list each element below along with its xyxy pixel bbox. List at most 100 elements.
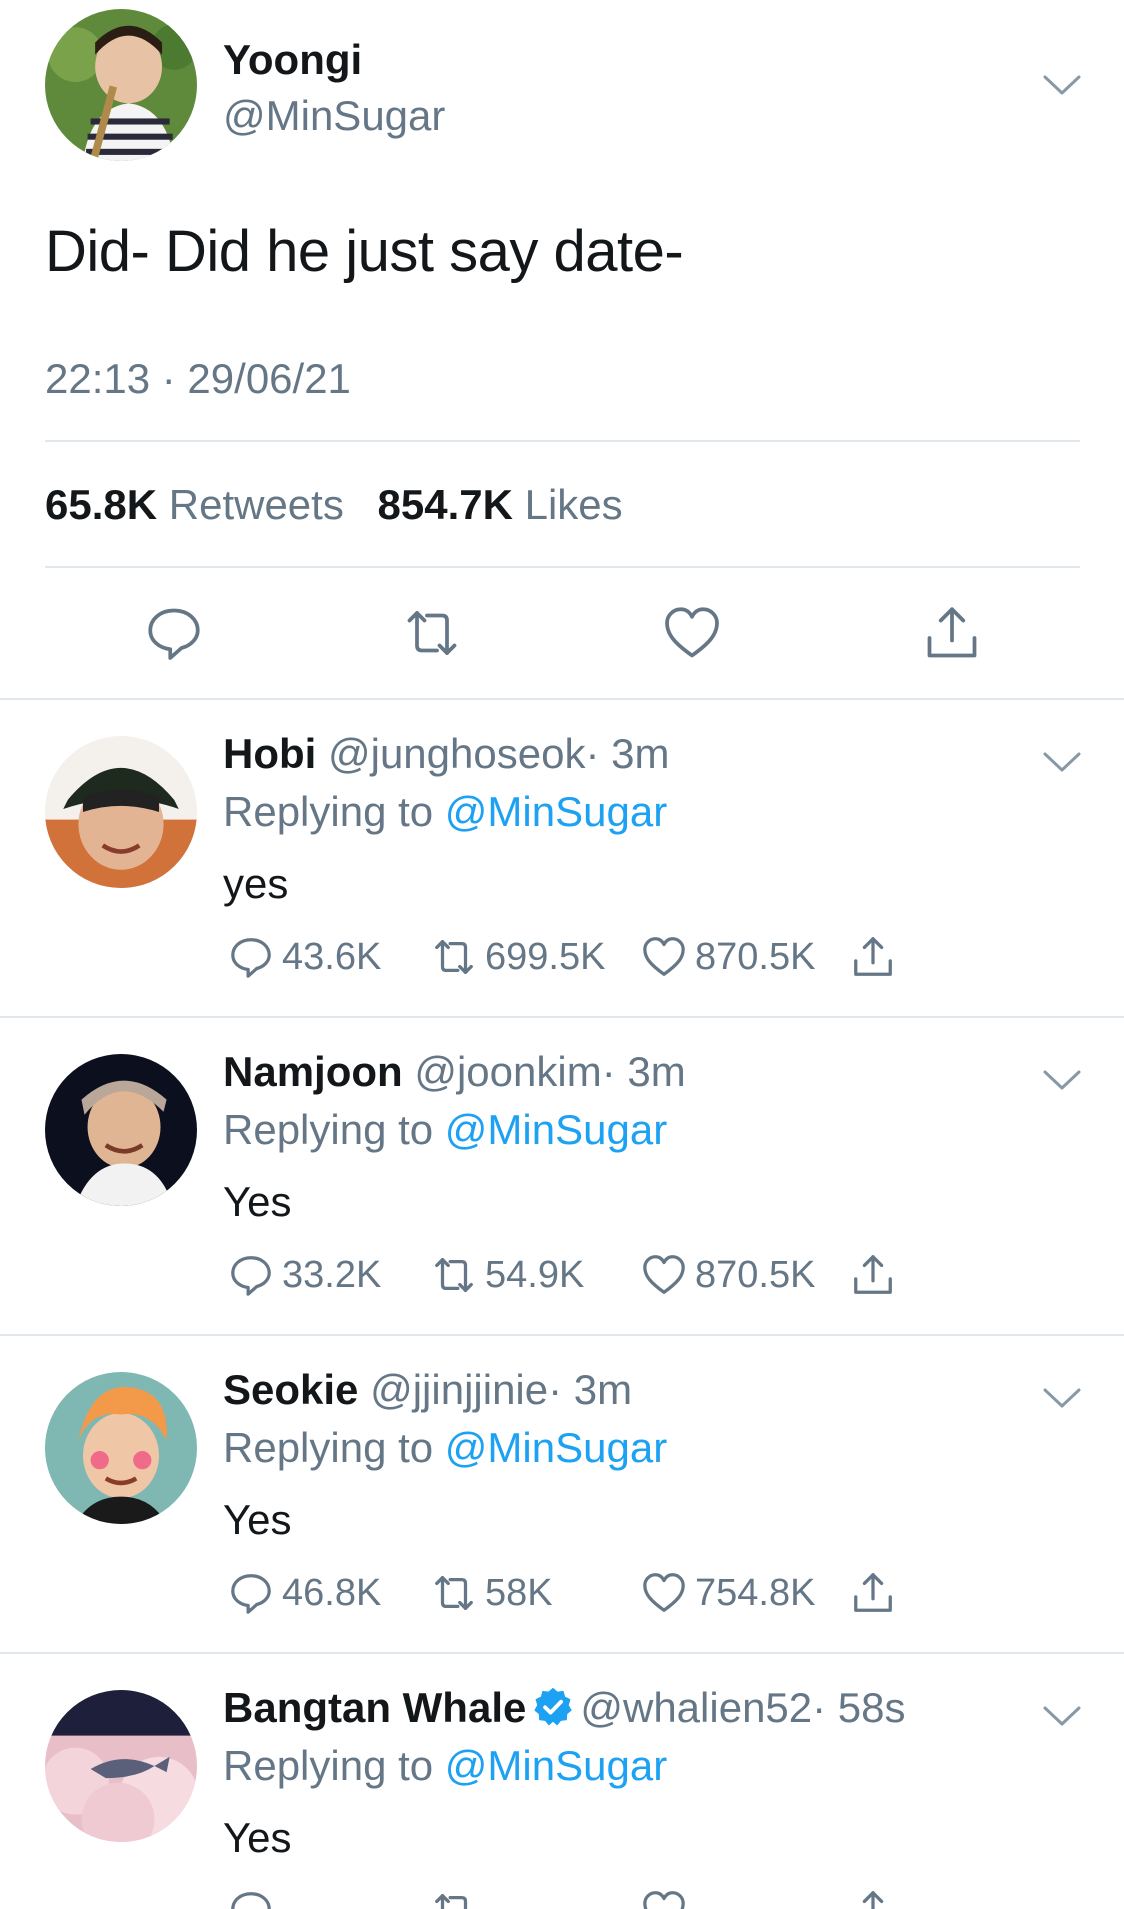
replying-label: Replying to [223, 1424, 434, 1471]
share-button[interactable] [850, 1568, 896, 1618]
replying-to: Replying to @MinSugar [223, 1106, 667, 1154]
like-button[interactable]: 870.5K [641, 932, 815, 982]
likes-label[interactable]: Likes [525, 481, 623, 528]
chevron-down-icon[interactable] [1042, 1068, 1082, 1092]
like-button[interactable]: 754.8K [641, 1568, 815, 1618]
retweet-count: 58K [485, 1571, 553, 1614]
share-icon [862, 1891, 884, 1909]
reply-icon [231, 1892, 271, 1909]
share-icon [854, 1255, 892, 1294]
main-tweet: Yoongi @MinSugar Did- Did he just say da… [0, 0, 1124, 700]
like-icon [643, 1573, 685, 1612]
reply-actions: 46.8K 58K 754.8K [228, 1568, 928, 1618]
reply-actions [228, 1886, 928, 1909]
reply-text: Yes [223, 1496, 292, 1543]
author-name[interactable]: Yoongi [223, 36, 362, 84]
reply-actions: 43.6K 699.5K 870.5K [228, 932, 928, 982]
likes-count[interactable]: 854.7K [378, 481, 513, 528]
reply-icon [231, 1574, 271, 1614]
reply-time: · 3m [548, 1366, 633, 1413]
author-handle[interactable]: @junghoseok [328, 730, 585, 777]
like-count: 870.5K [695, 935, 816, 978]
avatar[interactable] [45, 1054, 197, 1206]
share-button[interactable] [850, 1886, 896, 1909]
author-handle[interactable]: @jjinjjinie [370, 1366, 548, 1413]
like-count: 754.8K [695, 1571, 816, 1614]
author-handle[interactable]: @MinSugar [223, 92, 445, 140]
like-icon [643, 1891, 685, 1909]
share-icon [854, 1573, 892, 1612]
retweet-button[interactable]: 54.9K [431, 1250, 584, 1300]
reply-count: 46.8K [282, 1571, 382, 1614]
retweet-button[interactable] [431, 1886, 477, 1909]
reply-header: Hobi @junghoseok· 3m [223, 730, 669, 778]
retweet-count: 54.9K [485, 1253, 585, 1296]
share-button[interactable] [850, 932, 896, 982]
tweet-timestamp: 22:13 · 29/06/21 [45, 355, 351, 402]
avatar[interactable] [45, 1690, 197, 1842]
reply-actions: 33.2K 54.9K 870.5K [228, 1250, 928, 1300]
reply-text: Yes [223, 1178, 292, 1225]
chevron-down-icon[interactable] [1042, 1386, 1082, 1410]
retweet-button[interactable]: 699.5K [431, 932, 605, 982]
reply-count: 33.2K [282, 1253, 382, 1296]
author-name[interactable]: Hobi [223, 730, 316, 777]
avatar[interactable] [45, 736, 197, 888]
divider [45, 440, 1080, 442]
like-button[interactable] [641, 1886, 687, 1909]
replying-to: Replying to @MinSugar [223, 1424, 667, 1472]
replying-label: Replying to [223, 1742, 434, 1789]
reply-icon[interactable] [144, 603, 204, 663]
divider [45, 566, 1080, 568]
reply-text: yes [223, 860, 289, 907]
retweets-count[interactable]: 65.8K [45, 481, 157, 528]
mention-link[interactable]: @MinSugar [445, 1424, 667, 1471]
reply-tweet[interactable]: Namjoon @joonkim· 3m Replying to @MinSug… [0, 1018, 1124, 1336]
chevron-down-icon[interactable] [1042, 73, 1082, 97]
author-name[interactable]: Namjoon [223, 1048, 403, 1095]
retweets-label[interactable]: Retweets [169, 481, 344, 528]
replying-to: Replying to @MinSugar [223, 1742, 667, 1790]
share-icon[interactable] [922, 603, 982, 663]
mention-link[interactable]: @MinSugar [445, 1742, 667, 1789]
reply-tweet[interactable]: Hobi @junghoseok· 3m Replying to @MinSug… [0, 700, 1124, 1018]
reply-button[interactable]: 43.6K [228, 932, 381, 982]
chevron-down-icon[interactable] [1042, 1704, 1082, 1728]
reply-button[interactable]: 46.8K [228, 1568, 381, 1618]
author-name[interactable]: Seokie [223, 1366, 358, 1413]
mention-link[interactable]: @MinSugar [445, 1106, 667, 1153]
like-count: 870.5K [695, 1253, 816, 1296]
retweet-icon [435, 1258, 473, 1292]
reply-header: Bangtan Whale @whalien52· 58s [223, 1684, 906, 1732]
reply-header: Seokie @jjinjjinie· 3m [223, 1366, 632, 1414]
reply-button[interactable]: 33.2K [228, 1250, 381, 1300]
chevron-down-icon[interactable] [1042, 750, 1082, 774]
tweet-stats: 65.8K Retweets 854.7K Likes [45, 481, 623, 529]
reply-tweet[interactable]: Seokie @jjinjjinie· 3m Replying to @MinS… [0, 1336, 1124, 1654]
reply-tweet[interactable]: Bangtan Whale @whalien52· 58s Replying to… [0, 1654, 1124, 1909]
replying-label: Replying to [223, 1106, 434, 1153]
retweet-button[interactable]: 58K [431, 1568, 553, 1618]
reply-time: · 58s [812, 1684, 906, 1731]
reply-icon [231, 938, 271, 978]
retweet-icon[interactable] [402, 603, 462, 663]
share-button[interactable] [850, 1250, 896, 1300]
avatar[interactable] [45, 1372, 197, 1524]
like-button[interactable]: 870.5K [641, 1250, 815, 1300]
author-handle[interactable]: @joonkim [414, 1048, 601, 1095]
like-icon[interactable] [662, 603, 722, 663]
replying-to: Replying to @MinSugar [223, 788, 667, 836]
retweet-icon [435, 1894, 468, 1909]
reply-button[interactable] [228, 1886, 274, 1909]
author-name[interactable]: Bangtan Whale [223, 1684, 526, 1731]
reply-text: Yes [223, 1814, 292, 1861]
author-handle[interactable]: @whalien52 [580, 1684, 812, 1731]
verified-badge-icon [532, 1686, 574, 1728]
replying-label: Replying to [223, 788, 434, 835]
mention-link[interactable]: @MinSugar [445, 788, 667, 835]
tweet-text: Did- Did he just say date- [45, 219, 684, 284]
retweet-icon [435, 1576, 473, 1610]
reply-time: · 3m [585, 730, 670, 777]
retweet-count: 699.5K [485, 935, 606, 978]
avatar[interactable] [45, 9, 197, 161]
